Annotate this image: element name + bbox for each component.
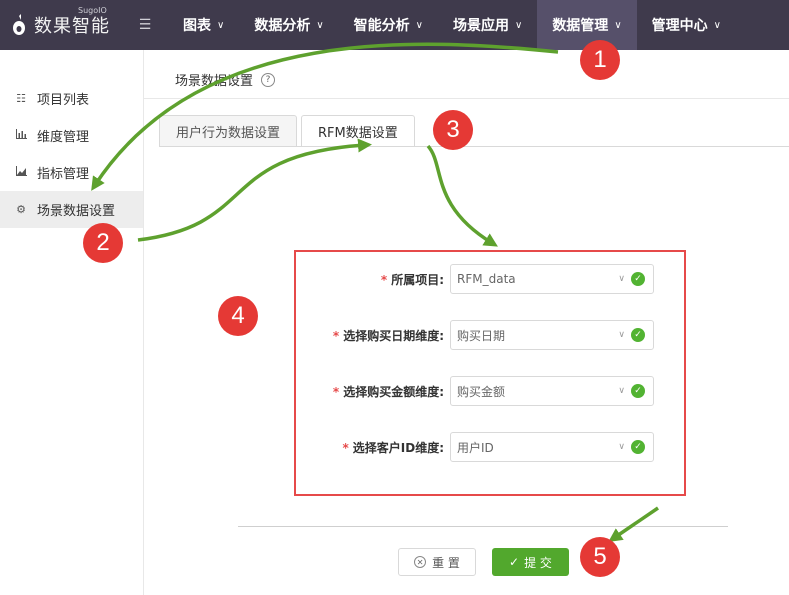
nav-label: 图表 [183, 18, 211, 34]
page-title: 场景数据设置 ? [175, 70, 276, 89]
nav-admin-center[interactable]: 管理中心 ∨ [637, 0, 736, 50]
gear-icon: ⚙ [16, 203, 26, 216]
chevron-down-icon: ∨ [415, 19, 423, 31]
nav-label: 数据分析 [254, 18, 311, 34]
chevron-down-icon: ∨ [618, 386, 625, 396]
sidebar-item-metrics[interactable]: 指标管理 [0, 154, 143, 191]
nav-label: 场景应用 [452, 18, 509, 34]
callout-4: 4 [218, 296, 258, 336]
nav-label: 管理中心 [651, 18, 708, 34]
required-mark: * [332, 384, 340, 399]
sidebar-item-dimensions[interactable]: 维度管理 [0, 117, 143, 154]
form-row-purchase-date: * 选择购买日期维度: 购买日期 ∨ ✓ [333, 320, 654, 350]
chevron-down-icon: ∨ [713, 19, 721, 31]
purchase-amount-select[interactable]: 购买金额 ∨ ✓ [450, 376, 654, 406]
field-label-text: 选择购买日期维度: [343, 328, 444, 343]
logo-text: 数果智能 [34, 16, 110, 37]
tab-bar: 用户行为数据设置 RFM数据设置 [159, 115, 419, 147]
check-circle-icon: ✓ [631, 384, 645, 398]
callout-5: 5 [580, 537, 620, 577]
chevron-down-icon: ∨ [316, 19, 324, 31]
tab-rfm-settings[interactable]: RFM数据设置 [301, 115, 415, 147]
logo-icon [12, 14, 26, 36]
nav-smart-analysis[interactable]: 智能分析 ∨ [339, 0, 438, 50]
nav-charts[interactable]: 图表 ∨ [168, 0, 239, 50]
field-label: * 选择客户ID维度: [342, 439, 444, 456]
nav-label: 智能分析 [353, 18, 410, 34]
chevron-down-icon: ∨ [618, 274, 625, 284]
form-row-project: * 所属项目: RFM_data ∨ ✓ [381, 264, 654, 294]
area-chart-icon [15, 166, 27, 179]
bar-chart-icon [15, 129, 27, 142]
required-mark: * [332, 328, 340, 343]
form-row-purchase-amount: * 选择购买金额维度: 购买金额 ∨ ✓ [333, 376, 654, 406]
chevron-down-icon: ∨ [618, 442, 625, 452]
nav-data-analysis[interactable]: 数据分析 ∨ [239, 0, 338, 50]
page-title-text: 场景数据设置 [175, 74, 254, 89]
callout-2: 2 [83, 223, 123, 263]
project-select[interactable]: RFM_data ∨ ✓ [450, 264, 654, 294]
select-value: 购买日期 [457, 328, 506, 343]
check-circle-icon: ✓ [631, 328, 645, 342]
required-mark: * [380, 272, 388, 287]
sidebar-item-scenario-settings[interactable]: ⚙ 场景数据设置 [0, 191, 143, 228]
field-label-text: 选择购买金额维度: [343, 384, 444, 399]
field-label: * 所属项目: [381, 271, 444, 288]
check-icon: ✓ [509, 555, 520, 569]
sidebar-item-projects[interactable]: ☷ 项目列表 [0, 80, 143, 117]
form-row-customer-id: * 选择客户ID维度: 用户ID ∨ ✓ [342, 432, 654, 462]
field-label-text: 选择客户ID维度: [352, 440, 444, 455]
tab-user-behavior-settings[interactable]: 用户行为数据设置 [159, 115, 298, 147]
select-value: 购买金额 [457, 384, 506, 399]
chevron-down-icon: ∨ [614, 19, 622, 31]
sidebar: ☷ 项目列表 维度管理 指标管理 ⚙ 场景数据设置 [0, 50, 144, 595]
callout-3: 3 [433, 110, 473, 150]
arrow-5 [608, 506, 659, 542]
help-icon[interactable]: ? [261, 72, 276, 87]
nav-data-management[interactable]: 数据管理 ∨ [537, 0, 637, 50]
list-icon: ☷ [16, 92, 26, 105]
chevron-down-icon: ∨ [514, 19, 523, 31]
submit-label: 提 交 [524, 555, 552, 570]
logo[interactable]: 数果智能 SugoIO [0, 6, 130, 38]
tab-divider [159, 146, 789, 147]
select-value: RFM_data [457, 272, 516, 286]
required-mark: * [342, 440, 349, 455]
nav-label: 数据管理 [552, 18, 609, 34]
check-circle-icon: ✓ [631, 272, 645, 286]
rfm-settings-form: * 所属项目: RFM_data ∨ ✓ * 选择购买日期维度: 购买日期 ∨ ✓ … [294, 250, 686, 496]
chevron-down-icon: ∨ [618, 330, 625, 340]
logo-subtext: SugoIO [78, 6, 107, 15]
sidebar-item-label: 指标管理 [37, 167, 90, 182]
chevron-down-icon: ∨ [217, 19, 225, 31]
nav-scenario-apps[interactable]: 场景应用 ∨ [438, 0, 537, 50]
field-label-text: 所属项目: [391, 272, 444, 287]
sidebar-item-label: 项目列表 [37, 93, 90, 108]
customer-id-select[interactable]: 用户ID ∨ ✓ [450, 432, 654, 462]
sidebar-item-label: 维度管理 [37, 130, 90, 145]
arrow-3 [426, 144, 498, 247]
reset-button[interactable]: ✕ 重 置 [398, 548, 476, 576]
footer-divider [238, 526, 728, 527]
reset-label: 重 置 [432, 555, 460, 570]
header-divider [144, 98, 789, 99]
arrow-2 [137, 138, 372, 242]
field-label: * 选择购买日期维度: [333, 327, 444, 344]
menu-collapse-icon[interactable]: ☰ [130, 0, 160, 50]
field-label: * 选择购买金额维度: [333, 383, 444, 400]
sidebar-item-label: 场景数据设置 [37, 204, 116, 219]
select-value: 用户ID [457, 440, 494, 455]
callout-1: 1 [580, 40, 620, 80]
top-navbar: 数果智能 SugoIO ☰ 图表 ∨ 数据分析 ∨ 智能分析 ∨ 场景应用 ∨ 数据管理… [0, 0, 789, 50]
check-circle-icon: ✓ [631, 440, 645, 454]
close-circle-icon: ✕ [414, 556, 427, 568]
submit-button[interactable]: ✓ 提 交 [492, 548, 569, 576]
purchase-date-select[interactable]: 购买日期 ∨ ✓ [450, 320, 654, 350]
